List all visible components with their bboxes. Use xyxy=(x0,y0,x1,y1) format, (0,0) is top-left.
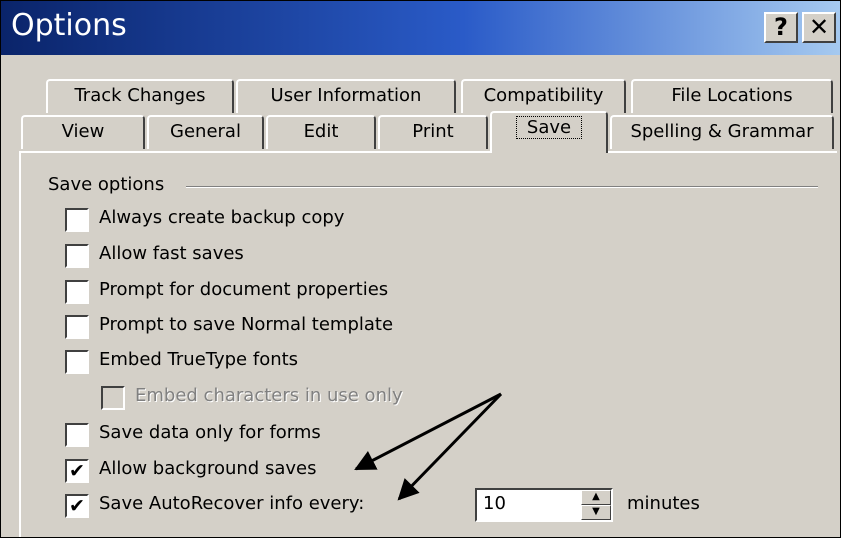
tab-save-label: Save xyxy=(515,116,583,139)
annotation-arrows xyxy=(354,392,503,501)
tab-save[interactable]: Save xyxy=(490,111,608,153)
arrow-to-autorecover xyxy=(397,392,503,501)
options-dialog: Options ? ✕ Track Changes User Informati… xyxy=(0,0,841,538)
arrow-to-background-saves xyxy=(354,392,502,471)
